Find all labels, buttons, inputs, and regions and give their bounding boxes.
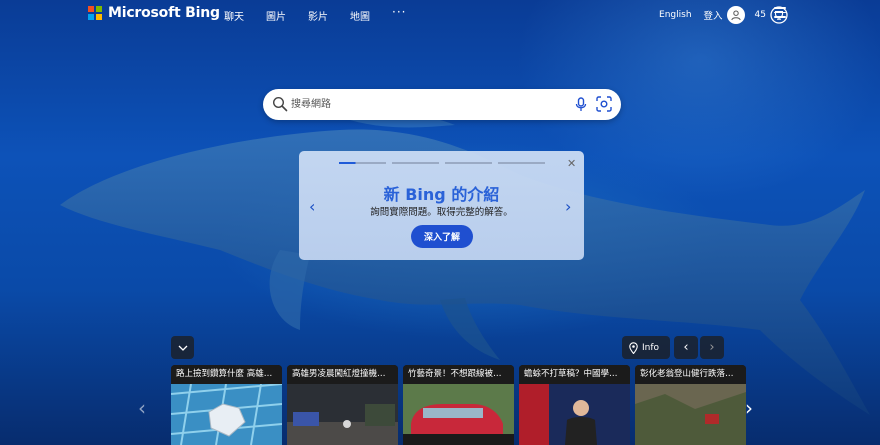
new-bing-promo-card: ✕ ‹ › 新 Bing 的介紹 詢問實際問題。取得完整的解答。 深入了解 <box>299 151 584 260</box>
news-caption: 蟾蜍不打草稿？中國學者：... <box>519 365 630 384</box>
collapse-feed-button[interactable] <box>171 336 194 359</box>
news-carousel: 路上撿到鑽算什麼 高雄鳳... 高雄男凌晨闖紅燈撞機車 ... 竹藝奇景！不想跟… <box>171 365 746 445</box>
chevron-down-icon <box>178 345 187 351</box>
hamburger-menu-icon[interactable] <box>774 7 786 18</box>
news-thumbnail-forest <box>635 384 746 445</box>
visual-search-icon[interactable] <box>596 96 612 112</box>
microphone-icon[interactable] <box>575 97 587 112</box>
news-thumbnail-speaker <box>519 384 630 445</box>
news-prev-arrow[interactable]: ‹ <box>138 396 146 420</box>
news-caption: 彰化老翁登山健行跌落山... <box>635 365 746 384</box>
promo-subtitle: 詢問實際問題。取得完整的解答。 <box>370 207 513 218</box>
news-caption: 竹藝奇景！不想跟線被檢... <box>403 365 514 384</box>
news-card[interactable]: 路上撿到鑽算什麼 高雄鳳... <box>171 365 282 445</box>
top-nav: 聊天 圖片 影片 地圖 ··· <box>224 5 428 23</box>
image-info-button[interactable]: Info <box>622 336 670 359</box>
location-pin-icon <box>629 341 638 354</box>
nav-images[interactable]: 圖片 <box>266 8 286 23</box>
progress-segment <box>392 162 439 164</box>
signin-link[interactable]: 登入 <box>704 8 723 22</box>
nav-videos[interactable]: 影片 <box>308 8 328 23</box>
close-icon[interactable]: ✕ <box>567 157 576 170</box>
progress-segment <box>445 162 492 164</box>
news-card[interactable]: 高雄男凌晨闖紅燈撞機車 ... <box>287 365 398 445</box>
rewards-points[interactable]: 45 <box>755 10 766 20</box>
search-box <box>263 89 621 120</box>
learn-more-button[interactable]: 深入了解 <box>411 225 473 248</box>
bing-logo[interactable]: Microsoft Bing <box>88 5 220 21</box>
promo-title: 新 Bing 的介紹 <box>383 185 500 204</box>
brand-name: Microsoft Bing <box>108 5 220 21</box>
search-input[interactable] <box>291 95 541 113</box>
chevron-left-icon: ‹ <box>683 340 689 355</box>
nav-chat[interactable]: 聊天 <box>224 8 244 23</box>
microsoft-logo-icon <box>88 6 102 20</box>
news-card[interactable]: 蟾蜍不打草稿？中國學者：... <box>519 365 630 445</box>
news-caption: 路上撿到鑽算什麼 高雄鳳... <box>171 365 282 384</box>
news-card[interactable]: 彰化老翁登山健行跌落山... <box>635 365 746 445</box>
language-link[interactable]: English <box>659 10 692 20</box>
previous-image-button[interactable]: ‹ <box>674 336 698 359</box>
avatar-icon[interactable] <box>726 6 745 24</box>
search-icon <box>272 96 288 112</box>
chevron-right-icon: › <box>709 340 715 355</box>
top-header: Microsoft Bing 聊天 圖片 影片 地圖 ··· English 登… <box>0 0 880 28</box>
news-thumbnail-diamond <box>171 384 282 445</box>
nav-more-button[interactable]: ··· <box>392 5 406 23</box>
info-label: Info <box>642 342 660 353</box>
header-right: English 登入 45 <box>659 6 788 24</box>
nav-maps[interactable]: 地圖 <box>350 8 370 23</box>
carousel-progress <box>339 162 545 164</box>
progress-segment-active <box>339 162 386 164</box>
next-image-button[interactable]: › <box>700 336 724 359</box>
news-thumbnail-car <box>403 384 514 445</box>
news-card[interactable]: 竹藝奇景！不想跟線被檢... <box>403 365 514 445</box>
progress-segment <box>498 162 545 164</box>
news-next-arrow[interactable]: › <box>745 396 788 420</box>
news-thumbnail-accident <box>287 384 398 445</box>
news-caption: 高雄男凌晨闖紅燈撞機車 ... <box>287 365 398 384</box>
